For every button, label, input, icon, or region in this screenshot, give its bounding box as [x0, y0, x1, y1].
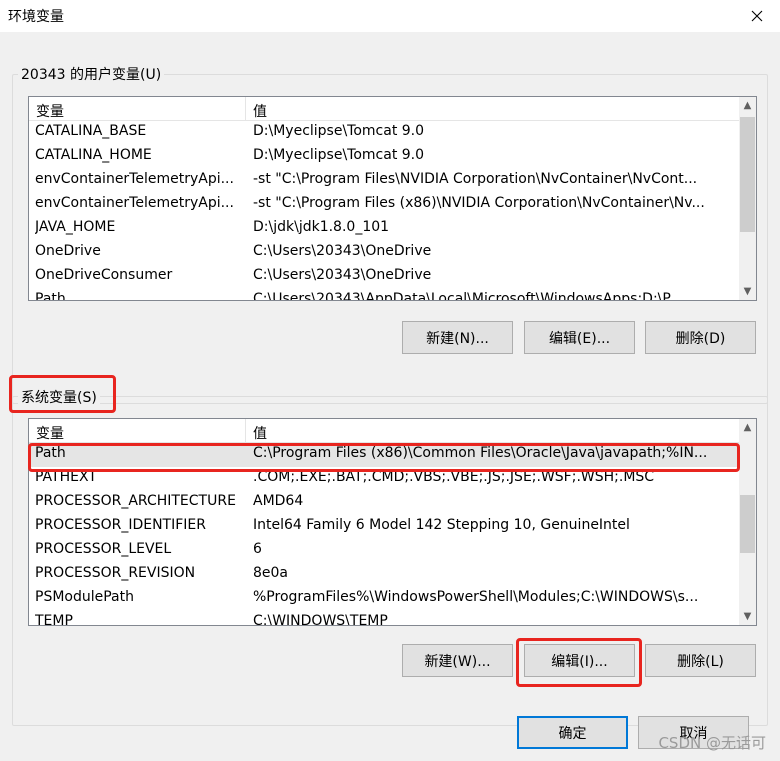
window-title: 环境变量	[8, 9, 64, 25]
variable-value: C:\Users\20343\AppData\Local\Microsoft\W…	[253, 291, 682, 301]
close-icon	[751, 10, 763, 22]
ok-button[interactable]: 确定	[517, 716, 628, 749]
variable-name: envContainerTelemetryApi...	[35, 195, 234, 211]
variable-name: envContainerTelemetryApi...	[35, 171, 234, 187]
table-row[interactable]: PSModulePath %ProgramFiles%\WindowsPowerS…	[29, 587, 739, 611]
variable-value: -st "C:\Program Files (x86)\NVIDIA Corpo…	[253, 195, 705, 211]
user-list-scrollbar[interactable]: ▲ ▼	[739, 97, 756, 300]
variable-name: OneDriveConsumer	[35, 267, 173, 283]
table-row[interactable]: PROCESSOR_IDENTIFIER Intel64 Family 6 Mod…	[29, 515, 739, 539]
user-edit-button[interactable]: 编辑(E)...	[524, 321, 635, 354]
variable-name: PSModulePath	[35, 589, 134, 605]
close-button[interactable]	[734, 0, 780, 32]
column-header-variable[interactable]: 变量	[36, 101, 64, 121]
table-row[interactable]: PROCESSOR_LEVEL 6	[29, 539, 739, 563]
variable-name: PROCESSOR_REVISION	[35, 565, 196, 581]
variable-value: AMD64	[253, 493, 304, 509]
user-delete-button[interactable]: 删除(D)	[645, 321, 756, 354]
system-list-scrollbar[interactable]: ▲ ▼	[739, 419, 756, 625]
list-header: 变量 值	[29, 97, 739, 121]
variable-value: 6	[253, 541, 262, 557]
column-separator[interactable]	[245, 97, 246, 121]
table-row[interactable]: PROCESSOR_ARCHITECTURE AMD64	[29, 491, 739, 515]
chevron-down-icon[interactable]: ▼	[739, 608, 756, 625]
table-row[interactable]: PATHEXT .COM;.EXE;.BAT;.CMD;.VBS;.VBE;.JS…	[29, 467, 739, 491]
variable-name: CATALINA_BASE	[35, 123, 147, 139]
table-row[interactable]: CATALINA_HOME D:\Myeclipse\Tomcat 9.0	[29, 145, 739, 169]
variable-value: D:\jdk\jdk1.8.0_101	[253, 219, 390, 235]
system-delete-button[interactable]: 删除(L)	[645, 644, 756, 677]
table-row[interactable]: Path C:\Program Files (x86)\Common Files\…	[29, 443, 739, 467]
table-row[interactable]: envContainerTelemetryApi... -st "C:\Progr…	[29, 169, 739, 193]
table-row[interactable]: TEMP C:\WINDOWS\TEMP	[29, 611, 739, 626]
chevron-down-icon[interactable]: ▼	[739, 283, 756, 300]
chevron-up-icon[interactable]: ▲	[739, 97, 756, 114]
user-variables-list[interactable]: 变量 值 CATALINA_BASE D:\Myeclipse\Tomcat 9.…	[28, 96, 757, 301]
variable-value: C:\WINDOWS\TEMP	[253, 613, 388, 626]
variable-value: 8e0a	[253, 565, 289, 581]
user-new-button[interactable]: 新建(N)...	[402, 321, 513, 354]
table-row[interactable]: OneDrive C:\Users\20343\OneDrive	[29, 241, 739, 265]
variable-name: Path	[35, 291, 66, 301]
table-row[interactable]: Path C:\Users\20343\AppData\Local\Microso…	[29, 289, 739, 301]
user-variables-label: 20343 的用户变量(U)	[18, 64, 165, 84]
variable-name: PATHEXT	[35, 469, 97, 485]
variable-name: PROCESSOR_LEVEL	[35, 541, 172, 557]
list-header: 变量 值	[29, 419, 739, 443]
column-header-value[interactable]: 值	[253, 423, 267, 443]
table-row[interactable]: PROCESSOR_REVISION 8e0a	[29, 563, 739, 587]
table-row[interactable]: envContainerTelemetryApi... -st "C:\Progr…	[29, 193, 739, 217]
table-row[interactable]: OneDriveConsumer C:\Users\20343\OneDrive	[29, 265, 739, 289]
variable-name: Path	[35, 445, 66, 461]
scrollbar-thumb[interactable]	[740, 495, 755, 553]
watermark: CSDN @无话可	[658, 734, 766, 752]
variable-value: C:\Users\20343\OneDrive	[253, 267, 432, 283]
variable-value: C:\Users\20343\OneDrive	[253, 243, 432, 259]
scrollbar-thumb[interactable]	[740, 117, 755, 232]
variable-name: TEMP	[35, 613, 73, 626]
title-bar: 环境变量	[0, 0, 780, 32]
variable-name: OneDrive	[35, 243, 101, 259]
table-row[interactable]: CATALINA_BASE D:\Myeclipse\Tomcat 9.0	[29, 121, 739, 145]
variable-value: D:\Myeclipse\Tomcat 9.0	[253, 147, 425, 163]
variable-value: Intel64 Family 6 Model 142 Stepping 10, …	[253, 517, 630, 533]
column-header-value[interactable]: 值	[253, 101, 267, 121]
variable-name: PROCESSOR_IDENTIFIER	[35, 517, 206, 533]
chevron-up-icon[interactable]: ▲	[739, 419, 756, 436]
variable-value: D:\Myeclipse\Tomcat 9.0	[253, 123, 425, 139]
variable-name: PROCESSOR_ARCHITECTURE	[35, 493, 236, 509]
system-variables-list[interactable]: 变量 值 Path C:\Program Files (x86)\Common F…	[28, 418, 757, 626]
system-variables-label: 系统变量(S)	[18, 387, 100, 407]
dialog-body: 20343 的用户变量(U) 变量 值 CATALINA_BASE D:\Myec…	[0, 32, 780, 761]
variable-name: JAVA_HOME	[35, 219, 116, 235]
table-row[interactable]: JAVA_HOME D:\jdk\jdk1.8.0_101	[29, 217, 739, 241]
system-edit-button[interactable]: 编辑(I)...	[524, 644, 635, 677]
column-separator[interactable]	[245, 419, 246, 443]
variable-value: -st "C:\Program Files\NVIDIA Corporation…	[253, 171, 698, 187]
variable-name: CATALINA_HOME	[35, 147, 152, 163]
column-header-variable[interactable]: 变量	[36, 423, 64, 443]
variable-value: .COM;.EXE;.BAT;.CMD;.VBS;.VBE;.JS;.JSE;.…	[253, 469, 655, 485]
variable-value: C:\Program Files (x86)\Common Files\Orac…	[253, 445, 708, 461]
system-new-button[interactable]: 新建(W)...	[402, 644, 513, 677]
variable-value: %ProgramFiles%\WindowsPowerShell\Modules…	[253, 589, 699, 605]
